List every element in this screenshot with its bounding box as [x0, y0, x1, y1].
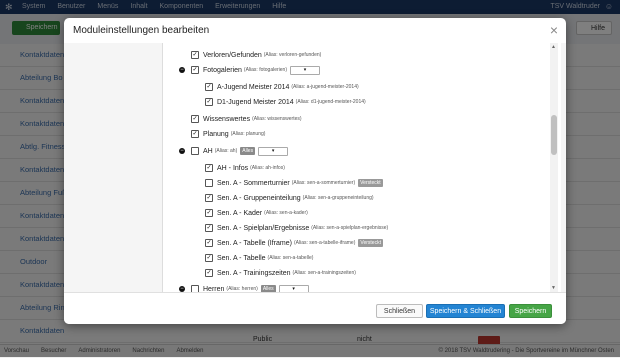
- tree-item-alias: (Alias: wissenswertes): [252, 116, 302, 122]
- chevron-down-icon[interactable]: ▾: [258, 146, 289, 156]
- tree-item-alias: (Alias: ah-infos): [250, 165, 285, 171]
- tree-item-alias: (Alias: sen-a-trainingszeiten): [292, 270, 356, 276]
- tree-item-alias: (Alias: sen-a-kader): [264, 210, 308, 216]
- tree-item: ✓ Verloren/Gefunden (Alias: verloren-gefun…: [191, 49, 321, 61]
- tree-checkbox[interactable]: ✓: [191, 115, 199, 123]
- tree-checkbox[interactable]: ✓: [205, 164, 213, 172]
- menu-tree-panel: ✓ Verloren/Gefunden (Alias: verloren-gefun…: [162, 43, 561, 292]
- tree-item-label: Sen. A - Trainingszeiten: [217, 269, 291, 277]
- tree-checkbox[interactable]: ✓: [205, 209, 213, 217]
- tree-item-label: Fotogalerien: [203, 66, 242, 74]
- modal-header: Moduleinstellungen bearbeiten ×: [64, 18, 566, 44]
- tree-item-label: D1-Jugend Meister 2014: [217, 98, 294, 106]
- tree-item-label: Sen. A - Tabelle (Iframe): [217, 239, 292, 247]
- tree-item: ✓ Sen. A - Spielplan/Ergebnisse (Alias: se…: [205, 222, 388, 234]
- tree-item-alias: (Alias: sen-a-spielplan-ergebnisse): [311, 225, 389, 231]
- tree-item-alias: (Alias: ah): [214, 148, 238, 154]
- tree-checkbox[interactable]: ✓: [205, 269, 213, 277]
- tree-checkbox[interactable]: [205, 179, 213, 187]
- tree-item-label: Verloren/Gefunden: [203, 51, 262, 59]
- tree-checkbox[interactable]: ✓: [205, 239, 213, 247]
- tree-item-label: Sen. A - Tabelle: [217, 254, 266, 262]
- tree-item-label: Sen. A - Sommerturnier: [217, 179, 290, 187]
- tree-item-alias: (Alias: sen-a-tabelle): [267, 255, 314, 261]
- tree-item-alias: (Alias: sen-a-gruppeneinteilung): [302, 195, 374, 201]
- tree-item: AH (Alias: ah) Alles ▾: [191, 145, 289, 157]
- tree-checkbox[interactable]: ✓: [205, 194, 213, 202]
- tree-item-label: AH - Infos: [217, 164, 249, 172]
- collapse-toggle-icon[interactable]: −: [179, 148, 185, 154]
- tree-item: ✓ Sen. A - Gruppeneinteilung (Alias: sen-a…: [205, 192, 374, 204]
- tree-item: ✓ Sen. A - Tabelle (Iframe) (Alias: sen-a-…: [205, 237, 383, 249]
- tree-item-label: Planung: [203, 130, 229, 138]
- modal-body: ✓ Verloren/Gefunden (Alias: verloren-gefun…: [64, 43, 566, 292]
- tree-item: ✓ Sen. A - Tabelle (Alias: sen-a-tabelle): [205, 252, 313, 264]
- tree-item: ✓ A-Jugend Meister 2014 (Alias: a-jugend-m…: [205, 81, 359, 93]
- tree-item: ✓ Planung (Alias: planung): [191, 128, 265, 140]
- tree-item: ✓ Fotogalerien (Alias: fotogalerien) ▾: [191, 64, 320, 76]
- tree-item: ✓ D1-Jugend Meister 2014 (Alias: d1-jugend…: [205, 96, 366, 108]
- scrollbar[interactable]: ▲ ▼: [550, 43, 558, 292]
- tree-item-alias: (Alias: a-jugend-meister-2014): [291, 84, 359, 90]
- tree-item-label: Sen. A - Spielplan/Ergebnisse: [217, 224, 310, 232]
- tree-checkbox[interactable]: [191, 285, 199, 292]
- tree-item: Herren (Alias: herren) Alles ▾: [191, 283, 309, 292]
- scroll-down-icon[interactable]: ▼: [551, 285, 556, 291]
- tree-item: ✓ Sen. A - Kader (Alias: sen-a-kader): [205, 207, 308, 219]
- tree-item-label: A-Jugend Meister 2014: [217, 83, 290, 91]
- tree-item-alias: (Alias: sen-a-sommerturnier): [291, 180, 356, 186]
- tree-item-alias: (Alias: fotogalerien): [243, 67, 287, 73]
- all-badge: Alles: [240, 147, 256, 155]
- chevron-down-icon[interactable]: ▾: [278, 284, 309, 292]
- tree-item-alias: (Alias: sen-a-tabelle-iframe): [293, 240, 356, 246]
- modal-title: Moduleinstellungen bearbeiten: [73, 25, 210, 36]
- tree-item: ✓ AH - Infos (Alias: ah-infos): [205, 162, 285, 174]
- save-button[interactable]: Speichern: [509, 304, 552, 318]
- tree-checkbox[interactable]: ✓: [205, 254, 213, 262]
- tree-checkbox[interactable]: ✓: [191, 51, 199, 59]
- tree-item-alias: (Alias: d1-jugend-meister-2014): [295, 99, 366, 105]
- tree-item: ✓ Sen. A - Trainingszeiten (Alias: sen-a-t…: [205, 267, 356, 279]
- tree-item: Sen. A - Sommerturnier (Alias: sen-a-somm…: [205, 177, 383, 189]
- chevron-down-icon[interactable]: ▾: [290, 65, 320, 75]
- tree-item-label: Sen. A - Kader: [217, 209, 263, 217]
- hidden-badge: Versteckt: [358, 179, 383, 187]
- close-button[interactable]: Schließen: [376, 304, 423, 318]
- collapse-toggle-icon[interactable]: −: [179, 67, 185, 73]
- all-badge: Alles: [260, 285, 276, 292]
- hidden-badge: Versteckt: [358, 239, 383, 247]
- tree-checkbox[interactable]: ✓: [205, 98, 213, 106]
- tree-checkbox[interactable]: ✓: [191, 66, 199, 74]
- close-icon[interactable]: ×: [550, 22, 558, 38]
- scroll-up-icon[interactable]: ▲: [551, 44, 556, 50]
- modal-footer: Schließen Speichern & Schließen Speicher…: [64, 292, 566, 324]
- tree-item-alias: (Alias: verloren-gefunden): [263, 52, 322, 58]
- tree-checkbox[interactable]: ✓: [205, 83, 213, 91]
- tree-item-label: AH: [203, 147, 213, 155]
- save-and-close-button[interactable]: Speichern & Schließen: [426, 304, 505, 318]
- tree-checkbox[interactable]: ✓: [191, 130, 199, 138]
- tree-checkbox[interactable]: [191, 147, 199, 155]
- module-settings-modal: Moduleinstellungen bearbeiten × ✓ Verlore…: [64, 18, 566, 324]
- tree-item-label: Sen. A - Gruppeneinteilung: [217, 194, 301, 202]
- tree-item-alias: (Alias: planung): [230, 131, 266, 137]
- tree-checkbox[interactable]: ✓: [205, 224, 213, 232]
- scroll-thumb[interactable]: [551, 115, 557, 155]
- tree-item: ✓ Wissenswertes (Alias: wissenswertes): [191, 113, 302, 125]
- tree-item-label: Wissenswertes: [203, 115, 251, 123]
